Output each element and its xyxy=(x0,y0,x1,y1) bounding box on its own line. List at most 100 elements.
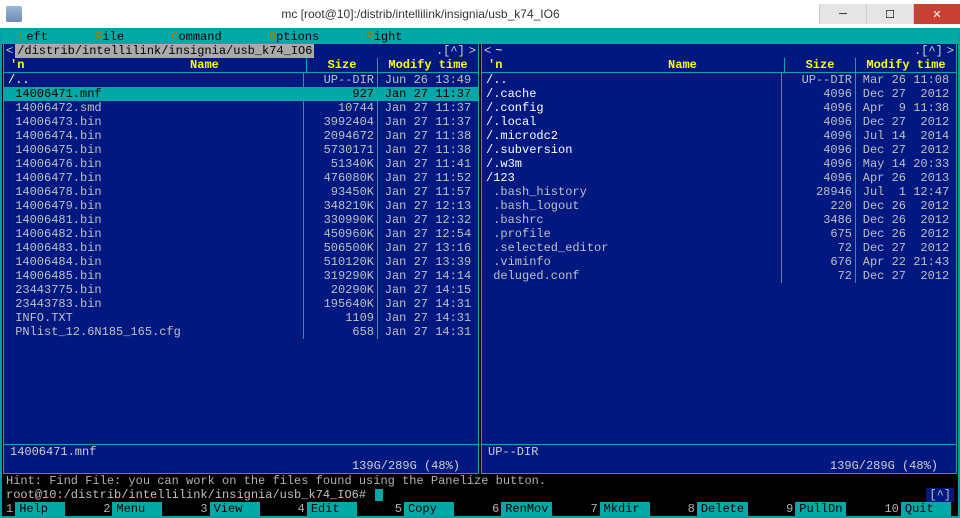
menu-file[interactable]: File xyxy=(82,30,130,44)
file-row[interactable]: .profile675Dec 26 2012 xyxy=(482,227,956,241)
file-row[interactable]: /.config4096Apr 9 11:38 xyxy=(482,101,956,115)
file-row[interactable]: 14006473.bin3992404Jan 27 11:37 xyxy=(4,115,478,129)
right-columns-header[interactable]: 'n Name Size Modify time xyxy=(482,58,956,73)
file-size: 450960K xyxy=(304,227,378,241)
function-keys-bar[interactable]: 1Help2Menu3View4Edit5Copy6RenMov7Mkdir8D… xyxy=(2,502,958,516)
file-size: 5730171 xyxy=(304,143,378,157)
file-size: 4096 xyxy=(782,143,856,157)
file-row[interactable]: 14006478.bin93450KJan 27 11:57 xyxy=(4,185,478,199)
putty-icon xyxy=(6,6,22,22)
left-arrow-icon[interactable]: < xyxy=(4,44,15,58)
file-row[interactable]: /..UP--DIRMar 26 11:08 xyxy=(482,73,956,87)
file-row[interactable]: 14006481.bin330990KJan 27 12:32 xyxy=(4,213,478,227)
left-path[interactable]: /distrib/intellilink/insignia/usb_k74_IO… xyxy=(15,44,314,58)
file-row[interactable]: deluged.conf72Dec 27 2012 xyxy=(482,269,956,283)
file-row[interactable]: 14006484.bin510120KJan 27 13:39 xyxy=(4,255,478,269)
fkey-4[interactable]: 4Edit xyxy=(294,502,391,516)
left-sort-indicator[interactable]: .[^] xyxy=(436,44,467,58)
file-row[interactable]: /.w3m4096May 14 20:33 xyxy=(482,157,956,171)
file-row[interactable]: /.subversion4096Dec 27 2012 xyxy=(482,143,956,157)
file-row[interactable]: 14006476.bin51340KJan 27 11:41 xyxy=(4,157,478,171)
file-row[interactable]: .bash_logout220Dec 26 2012 xyxy=(482,199,956,213)
file-size: 3486 xyxy=(782,213,856,227)
file-row[interactable]: /..UP--DIRJun 26 13:49 xyxy=(4,73,478,87)
file-row[interactable]: 14006485.bin319290KJan 27 14:14 xyxy=(4,269,478,283)
mc-menubar[interactable]: Left File Command Options Right xyxy=(2,30,958,44)
file-row[interactable]: 14006474.bin2094672Jan 27 11:38 xyxy=(4,129,478,143)
menu-command[interactable]: Command xyxy=(158,30,228,44)
prompt-up-indicator[interactable]: [^] xyxy=(926,488,954,502)
minimize-button[interactable]: ─ xyxy=(819,4,866,24)
file-mtime: Dec 27 2012 xyxy=(856,241,956,255)
file-row[interactable]: 23443775.bin20290KJan 27 14:15 xyxy=(4,283,478,297)
file-row[interactable]: .bash_history28946Jul 1 12:47 xyxy=(482,185,956,199)
file-row[interactable]: /.microdc24096Jul 14 2014 xyxy=(482,129,956,143)
fkey-label: PullDn xyxy=(795,502,846,516)
fkey-9[interactable]: 9PullDn xyxy=(782,502,880,516)
fkey-num: 1 xyxy=(2,502,15,516)
right-arrow-icon[interactable]: > xyxy=(945,44,956,58)
left-columns-header[interactable]: 'n Name Size Modify time xyxy=(4,58,478,73)
file-row[interactable]: INFO.TXT1109Jan 27 14:31 xyxy=(4,311,478,325)
file-size: 195640K xyxy=(304,297,378,311)
fkey-8[interactable]: 8Delete xyxy=(684,502,782,516)
file-row[interactable]: PNlist_12.6N185_165.cfg658Jan 27 14:31 xyxy=(4,325,478,339)
right-panel[interactable]: < ~ .[^] > 'n Name Size Modify time /..U… xyxy=(481,44,957,474)
file-mtime: Dec 26 2012 xyxy=(856,199,956,213)
fkey-num: 6 xyxy=(488,502,501,516)
titlebar[interactable]: mc [root@10]:/distrib/intellilink/insign… xyxy=(0,0,960,29)
right-path[interactable]: ~ xyxy=(493,44,504,58)
file-row[interactable]: .bashrc3486Dec 26 2012 xyxy=(482,213,956,227)
fkey-1[interactable]: 1Help xyxy=(2,502,99,516)
file-name: /.microdc2 xyxy=(482,129,782,143)
menu-right[interactable]: Right xyxy=(353,30,408,44)
menu-left[interactable]: Left xyxy=(6,30,54,44)
file-row[interactable]: 14006477.bin476080KJan 27 11:52 xyxy=(4,171,478,185)
left-panel[interactable]: < /distrib/intellilink/insignia/usb_k74_… xyxy=(3,44,479,474)
file-row[interactable]: 14006472.smd10744Jan 27 11:37 xyxy=(4,101,478,115)
file-name: 14006484.bin xyxy=(4,255,304,269)
file-name: INFO.TXT xyxy=(4,311,304,325)
file-size: UP--DIR xyxy=(782,73,856,87)
fkey-7[interactable]: 7Mkdir xyxy=(586,502,683,516)
left-arrow-icon[interactable]: < xyxy=(482,44,493,58)
file-row[interactable]: 14006471.mnf927Jan 27 11:37 xyxy=(4,87,478,101)
fkey-label: RenMov xyxy=(501,502,552,516)
file-row[interactable]: 14006475.bin5730171Jan 27 11:38 xyxy=(4,143,478,157)
file-name: /.w3m xyxy=(482,157,782,171)
file-size: 10744 xyxy=(304,101,378,115)
fkey-6[interactable]: 6RenMov xyxy=(488,502,586,516)
menu-options[interactable]: Options xyxy=(256,30,326,44)
right-sort-indicator[interactable]: .[^] xyxy=(914,44,945,58)
file-name: 14006485.bin xyxy=(4,269,304,283)
file-row[interactable]: /.local4096Dec 27 2012 xyxy=(482,115,956,129)
file-size: 1109 xyxy=(304,311,378,325)
file-name: 14006478.bin xyxy=(4,185,304,199)
fkey-2[interactable]: 2Menu xyxy=(99,502,196,516)
file-row[interactable]: 14006479.bin348210KJan 27 12:13 xyxy=(4,199,478,213)
left-file-list[interactable]: /..UP--DIRJun 26 13:49 14006471.mnf927Ja… xyxy=(4,73,478,444)
maximize-button[interactable]: ☐ xyxy=(866,4,913,24)
file-size: 51340K xyxy=(304,157,378,171)
fkey-label: Delete xyxy=(697,502,748,516)
file-row[interactable]: /1234096Apr 26 2013 xyxy=(482,171,956,185)
fkey-3[interactable]: 3View xyxy=(196,502,293,516)
file-row[interactable]: .selected_editor72Dec 27 2012 xyxy=(482,241,956,255)
file-row[interactable]: 14006482.bin450960KJan 27 12:54 xyxy=(4,227,478,241)
file-name: 14006473.bin xyxy=(4,115,304,129)
file-row[interactable]: .viminfo676Apr 22 21:43 xyxy=(482,255,956,269)
file-row[interactable]: /.cache4096Dec 27 2012 xyxy=(482,87,956,101)
fkey-10[interactable]: 10Quit xyxy=(880,502,950,516)
file-size: 506500K xyxy=(304,241,378,255)
file-mtime: Jan 27 11:37 xyxy=(378,115,478,129)
right-arrow-icon[interactable]: > xyxy=(467,44,478,58)
close-button[interactable]: ✕ xyxy=(913,4,960,24)
file-size: 93450K xyxy=(304,185,378,199)
fkey-num: 5 xyxy=(391,502,404,516)
right-file-list[interactable]: /..UP--DIRMar 26 11:08/.cache4096Dec 27 … xyxy=(482,73,956,444)
left-disk-usage: 139G/289G (48%) xyxy=(4,459,478,473)
fkey-5[interactable]: 5Copy xyxy=(391,502,488,516)
file-row[interactable]: 14006483.bin506500KJan 27 13:16 xyxy=(4,241,478,255)
file-row[interactable]: 23443783.bin195640KJan 27 14:31 xyxy=(4,297,478,311)
command-prompt[interactable]: root@10:/distrib/intellilink/insignia/us… xyxy=(2,488,958,502)
